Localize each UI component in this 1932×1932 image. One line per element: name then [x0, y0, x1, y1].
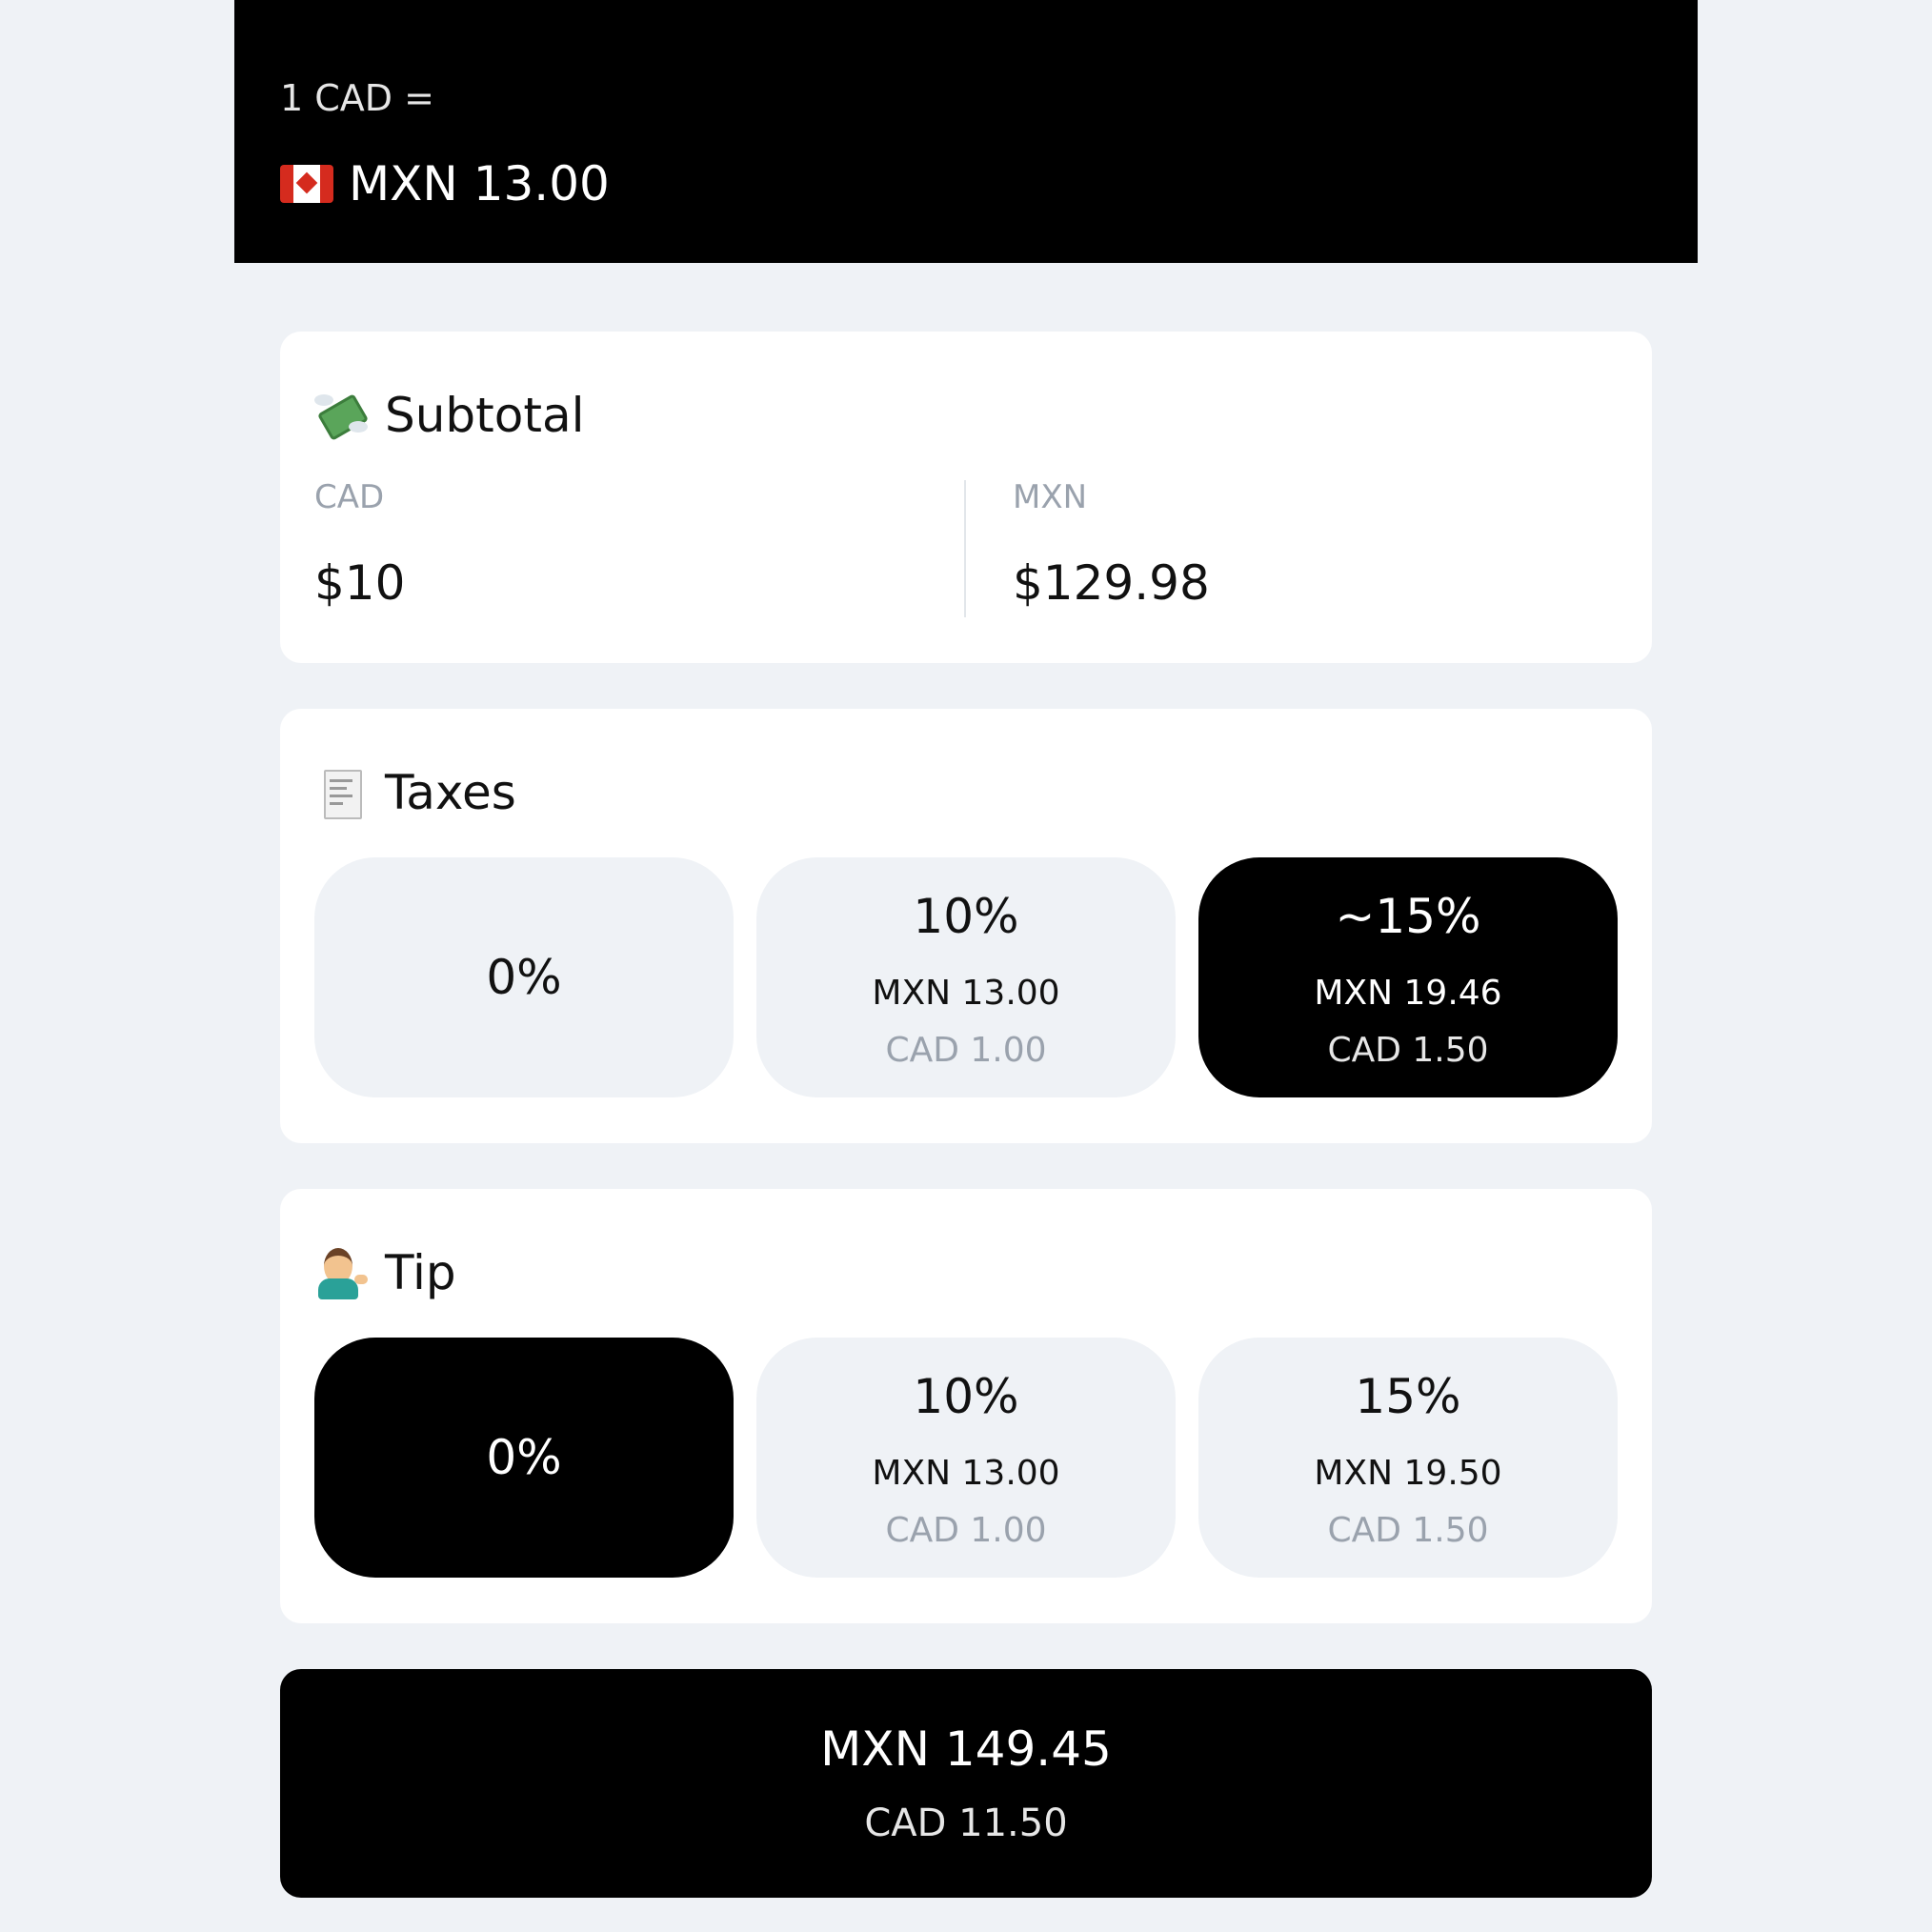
tip-option-15[interactable]: 15% MXN 19.50 CAD 1.50	[1198, 1338, 1618, 1578]
tax-option-0[interactable]: 0%	[314, 857, 734, 1097]
tax-options: 0% 10% MXN 13.00 CAD 1.00 ~15% MXN 19.46…	[314, 857, 1618, 1097]
canada-flag-icon	[280, 165, 333, 203]
tax-option-cad: CAD 1.00	[885, 1031, 1047, 1070]
subtotal-title-row: Subtotal	[314, 385, 585, 446]
tax-option-cad: CAD 1.50	[1327, 1031, 1489, 1070]
subtotal-divider	[964, 480, 966, 617]
tax-option-mxn: MXN 13.00	[872, 974, 1060, 1013]
app-container: 1 CAD = MXN 13.00 Subtotal CAD $10 MXN $…	[234, 0, 1698, 1932]
rate-value: MXN 13.00	[349, 156, 610, 211]
tip-title: Tip	[385, 1245, 456, 1300]
tip-option-mxn: MXN 19.50	[1314, 1454, 1502, 1493]
tip-card: Tip 0% 10% MXN 13.00 CAD 1.00 15% MXN 19…	[280, 1189, 1652, 1623]
tip-option-mxn: MXN 13.00	[872, 1454, 1060, 1493]
total-cad: CAD 11.50	[864, 1801, 1068, 1845]
exchange-rate-header: 1 CAD = MXN 13.00	[234, 0, 1698, 263]
tip-option-percent: 0%	[486, 1430, 562, 1485]
tip-options: 0% 10% MXN 13.00 CAD 1.00 15% MXN 19.50 …	[314, 1338, 1618, 1578]
tax-option-percent: 10%	[913, 889, 1019, 944]
rate-label: 1 CAD =	[280, 77, 434, 119]
tax-option-mxn: MXN 19.46	[1314, 974, 1502, 1013]
tip-title-row: Tip	[314, 1242, 456, 1303]
rate-value-row[interactable]: MXN 13.00	[280, 154, 610, 213]
taxes-card: Taxes 0% 10% MXN 13.00 CAD 1.00 ~15% MXN…	[280, 709, 1652, 1143]
tax-option-10[interactable]: 10% MXN 13.00 CAD 1.00	[756, 857, 1176, 1097]
subtotal-cad-column[interactable]: CAD $10	[314, 476, 405, 612]
taxes-title: Taxes	[385, 765, 516, 820]
money-with-wings-icon	[314, 389, 370, 442]
tax-option-15[interactable]: ~15% MXN 19.46 CAD 1.50	[1198, 857, 1618, 1097]
person-tipping-hand-icon	[314, 1246, 368, 1299]
tip-option-cad: CAD 1.00	[885, 1511, 1047, 1550]
receipt-icon	[314, 766, 368, 819]
subtotal-card: Subtotal CAD $10 MXN $129.98	[280, 332, 1652, 663]
tax-option-percent: 0%	[486, 950, 562, 1005]
subtotal-mxn-column[interactable]: MXN $129.98	[1013, 476, 1210, 612]
subtotal-mxn-label: MXN	[1013, 478, 1088, 516]
subtotal-cad-input[interactable]: $10	[314, 554, 405, 612]
tip-option-10[interactable]: 10% MXN 13.00 CAD 1.00	[756, 1338, 1176, 1578]
tip-option-0[interactable]: 0%	[314, 1338, 734, 1578]
tip-option-cad: CAD 1.50	[1327, 1511, 1489, 1550]
subtotal-mxn-input[interactable]: $129.98	[1013, 554, 1210, 612]
subtotal-title: Subtotal	[385, 388, 585, 443]
total-panel[interactable]: MXN 149.45 CAD 11.50	[280, 1669, 1652, 1898]
subtotal-cad-label: CAD	[314, 478, 385, 516]
taxes-title-row: Taxes	[314, 762, 516, 823]
tax-option-percent: ~15%	[1335, 889, 1481, 944]
tip-option-percent: 15%	[1355, 1369, 1461, 1424]
tip-option-percent: 10%	[913, 1369, 1019, 1424]
total-mxn: MXN 149.45	[820, 1721, 1112, 1777]
